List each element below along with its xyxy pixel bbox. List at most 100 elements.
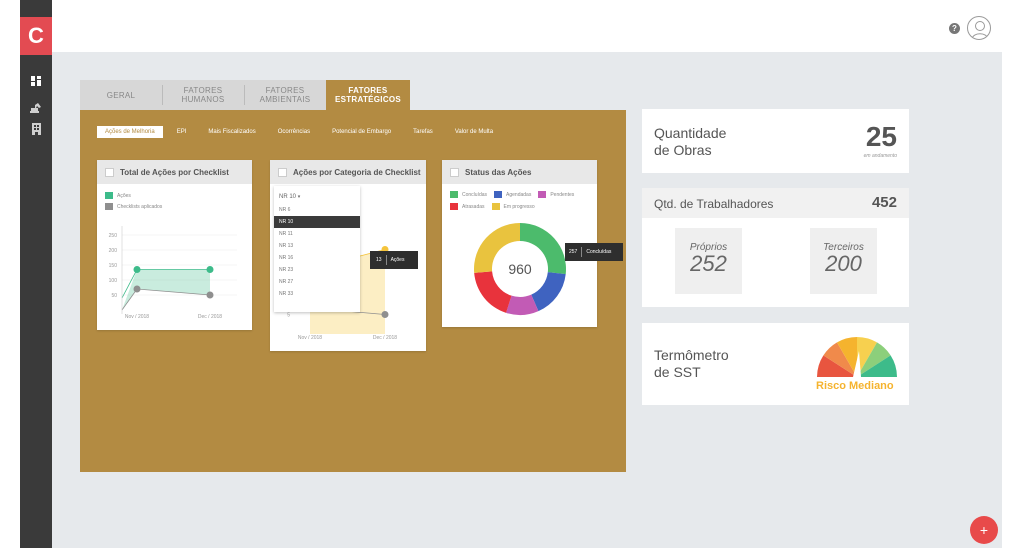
dropdown-selected[interactable]: NR 10 ▾ bbox=[274, 186, 360, 204]
logo-letter: C bbox=[28, 23, 44, 48]
dropdown-option[interactable]: NR 27 bbox=[274, 276, 360, 288]
subtab-potencial-de-embargo[interactable]: Potencial de Embargo bbox=[324, 126, 399, 138]
legend-item: Concluídas bbox=[450, 191, 487, 198]
tooltip-divider bbox=[581, 247, 583, 257]
legend-label: Em progresso bbox=[503, 203, 535, 210]
legend-swatch bbox=[491, 203, 500, 210]
subtab-tarefas[interactable]: Tarefas bbox=[405, 126, 441, 138]
x-tick-label: Dec / 2018 bbox=[373, 335, 397, 341]
y-tick-label: 200 bbox=[109, 248, 118, 254]
building-icon[interactable] bbox=[20, 120, 52, 138]
legend-swatch bbox=[105, 192, 113, 199]
point-checklists bbox=[206, 291, 214, 299]
trabalhadores-total: 452 bbox=[871, 194, 897, 211]
excavator-icon[interactable] bbox=[20, 98, 52, 116]
chevron-down-icon: ▾ bbox=[297, 194, 301, 200]
dropdown-option[interactable]: NR 16 bbox=[274, 252, 360, 264]
y-tick-label: 5 bbox=[287, 313, 290, 319]
donut-slice bbox=[531, 272, 566, 312]
legend-item: Pendentes bbox=[538, 191, 574, 198]
panel-gap bbox=[52, 472, 557, 548]
legend-item: Ações bbox=[105, 192, 252, 199]
tooltip-label: Ações bbox=[390, 257, 405, 263]
card-checkbox[interactable] bbox=[105, 167, 114, 177]
legend-label: Agendadas bbox=[506, 191, 532, 198]
help-icon[interactable]: ? bbox=[949, 23, 960, 34]
card-title: Qtd. de Trabalhadores bbox=[654, 197, 774, 211]
add-icon: + bbox=[979, 522, 989, 538]
legend-swatch bbox=[450, 191, 458, 198]
x-tick-label: Nov / 2018 bbox=[125, 314, 149, 320]
add-button[interactable]: + bbox=[970, 516, 998, 544]
user-avatar-icon[interactable] bbox=[967, 16, 991, 40]
tab-line: AMBIENTAIS bbox=[259, 95, 311, 104]
chart-legend: Ações Checklists aplicados bbox=[97, 184, 252, 210]
subtab-ocorrencias[interactable]: Ocorrências bbox=[270, 126, 318, 138]
point-acoes bbox=[206, 266, 214, 273]
dropdown-option[interactable]: NR 6 bbox=[274, 204, 360, 216]
title-line: Termômetro bbox=[654, 347, 729, 363]
obras-subtitle: em andamento bbox=[863, 153, 897, 159]
dropdown-option[interactable]: NR 33 bbox=[274, 288, 360, 300]
card-title: Total de Ações por Checklist bbox=[120, 167, 229, 177]
y-tick-label: 250 bbox=[109, 233, 118, 239]
card-title: Quantidade de Obras bbox=[654, 125, 726, 159]
dropdown-option[interactable]: NR 10 bbox=[274, 216, 360, 228]
subtab-acoes-de-melhoria[interactable]: Ações de Melhoria bbox=[97, 126, 163, 138]
tab-fatores-estrategicos[interactable]: FATORES ESTRATÉGICOS bbox=[326, 80, 410, 110]
card-trabalhadores: Qtd. de Trabalhadores 452 Próprios 252 T… bbox=[642, 188, 909, 307]
tab-fatores-humanos[interactable]: FATORES HUMANOS bbox=[162, 80, 244, 110]
point-secondary bbox=[381, 311, 389, 318]
top-bar bbox=[52, 0, 1009, 52]
card-header: Status das Ações bbox=[442, 160, 597, 184]
tab-line: FATORES bbox=[183, 86, 223, 95]
tab-line: FATORES bbox=[348, 86, 388, 95]
dropdown-option[interactable]: NR 11 bbox=[274, 228, 360, 240]
tab-fatores-ambientais[interactable]: FATORES AMBIENTAIS bbox=[244, 80, 326, 110]
tab-geral[interactable]: GERAL bbox=[80, 80, 162, 110]
card-checkbox[interactable] bbox=[278, 167, 287, 177]
legend-swatch bbox=[494, 191, 503, 198]
y-tick-label: 50 bbox=[111, 293, 117, 299]
app-logo[interactable]: C bbox=[20, 17, 52, 55]
risk-gauge-icon bbox=[817, 337, 897, 377]
legend-item: Checklists aplicados bbox=[105, 203, 252, 210]
dropdown-option[interactable]: NR 23 bbox=[274, 264, 360, 276]
subtab-mais-fiscalizados[interactable]: Mais Fiscalizados bbox=[200, 126, 263, 138]
legend-swatch bbox=[538, 191, 547, 198]
proprios-box: Próprios 252 bbox=[675, 228, 742, 294]
legend-item: Agendadas bbox=[494, 191, 531, 198]
legend-label: Pendentes bbox=[550, 191, 575, 198]
tab-fatores-ambientais-label: FATORES AMBIENTAIS bbox=[260, 86, 311, 104]
card-termometro: Termômetro de SST Risco Mediano bbox=[642, 323, 909, 405]
title-line: de SST bbox=[654, 364, 701, 380]
obras-count: 25 bbox=[865, 121, 897, 152]
dashboard-icon[interactable] bbox=[20, 72, 52, 90]
card-title: Termômetro de SST bbox=[654, 347, 729, 381]
legend-label: Concluídas bbox=[462, 191, 488, 198]
legend-item: Em progresso bbox=[491, 203, 535, 210]
card-title: Ações por Categoria de Checklist bbox=[293, 167, 421, 177]
tooltip-value: 257 bbox=[569, 249, 578, 255]
app-root: C ? GERAL FATORES HUMANOS FATORES AMBIENTA… bbox=[0, 0, 1009, 548]
dropdown-selected-value: NR 10 bbox=[279, 194, 297, 200]
legend-label: Ações bbox=[117, 192, 131, 199]
subtab-epi[interactable]: EPI bbox=[169, 126, 195, 138]
total-acoes-chart: 50 100 150 200 250 Nov / 2018 Dec / 2018 bbox=[109, 226, 237, 320]
terceiros-box: Terceiros 200 bbox=[810, 228, 877, 294]
proprios-value: 252 bbox=[690, 251, 727, 276]
y-tick-label: 100 bbox=[109, 278, 118, 284]
gauge-label: Risco Mediano bbox=[816, 380, 894, 392]
nr-dropdown[interactable]: NR 10 ▾ NR 6 NR 10 NR 11 NR 13 NR 16 NR … bbox=[274, 186, 360, 312]
dropdown-option[interactable]: NR 13 bbox=[274, 240, 360, 252]
x-tick-label: Dec / 2018 bbox=[198, 314, 222, 320]
card-quantidade-obras: Quantidade de Obras 25 em andamento bbox=[642, 109, 909, 173]
legend-label: Checklists aplicados bbox=[117, 203, 163, 210]
tooltip-label: Concluídas bbox=[586, 249, 612, 255]
title-line: de Obras bbox=[654, 142, 712, 158]
tab-fatores-humanos-label: FATORES HUMANOS bbox=[182, 86, 225, 104]
subtab-valor-de-multa[interactable]: Valor de Multa bbox=[447, 126, 501, 138]
card-checkbox[interactable] bbox=[450, 167, 459, 177]
donut-slice bbox=[474, 271, 512, 313]
tab-line: FATORES bbox=[265, 86, 305, 95]
